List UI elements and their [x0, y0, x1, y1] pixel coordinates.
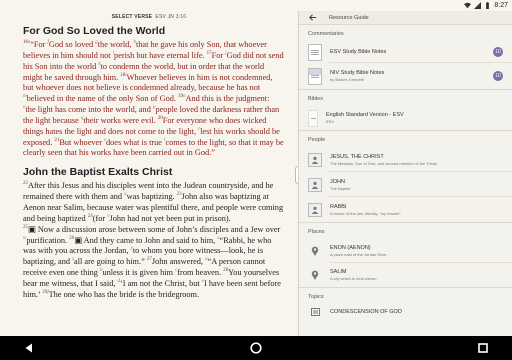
item-text: ENON (AENON) A place east of the Jordan …: [330, 244, 387, 258]
book-cover-icon: [308, 109, 318, 127]
section-label-bibles: Bibles: [308, 96, 323, 102]
resource-guide-pane: Resource Guide Commentaries ESV Study Bi…: [298, 11, 512, 336]
item-title: SALIM: [330, 269, 347, 275]
verse-text: was baptizing.: [126, 192, 177, 202]
item-title: RABBI: [330, 203, 347, 210]
back-arrow-icon[interactable]: [308, 13, 317, 22]
person-icon: [308, 202, 322, 217]
item-text: NIV Study Bible Notes by Barker, Kenneth: [330, 69, 384, 83]
current-reference[interactable]: ESV JN 3:16: [155, 14, 186, 20]
verse-text: all are going to him.”: [74, 257, 147, 267]
person-item[interactable]: JESUS, THE CHRIST The Messiah, Son of Go…: [299, 147, 512, 172]
book-cover-icon: [308, 43, 322, 61]
guide-header: Resource Guide: [299, 11, 512, 25]
wifi-icon: [464, 2, 472, 9]
verse-text: purification.: [26, 235, 70, 245]
book-cover-icon: [308, 67, 322, 85]
verse-text: And this is the judgment:: [185, 94, 270, 104]
verse-text: believed in the name of the only Son of …: [26, 94, 179, 104]
verse-text: ▣ And they came to John and said to him,: [74, 235, 218, 245]
topic-item[interactable]: CONDESCENSION OF GOD: [299, 304, 512, 320]
section-label-commentaries: Commentaries: [308, 31, 344, 37]
verse-text: John answered,: [151, 257, 206, 267]
verse-text: the world,: [97, 40, 134, 49]
navigation-bar: [0, 336, 512, 360]
battery-icon: [486, 2, 490, 9]
verse-text: ‘I am not the Christ, but: [119, 278, 202, 288]
passage-paragraph[interactable]: 22After this Jesus and his disciples wen…: [23, 181, 284, 224]
verse-text: (for: [92, 213, 108, 223]
person-item[interactable]: JOHN The Baptist: [299, 172, 512, 197]
item-text: RABBI A doctor of the law, literally, “m…: [330, 203, 401, 217]
count-badge: 10: [493, 47, 503, 57]
count-badge: 10: [493, 71, 503, 81]
item-subtitle: A city which is near Aenon: [330, 276, 377, 281]
item-title: CONDESCENSION OF GOD: [330, 309, 402, 315]
item-text: English Standard Version - ESV ESV: [326, 111, 404, 125]
verse-text: But whoever: [59, 137, 105, 147]
verse-text: unless it is given him: [102, 268, 176, 278]
passage-paragraph[interactable]: 25▣ Now a discussion arose between some …: [23, 225, 284, 301]
item-title: ESV Study Bible Notes: [330, 49, 387, 55]
item-subtitle: ESV: [326, 119, 335, 124]
item-title: NIV Study Bible Notes: [330, 70, 385, 76]
bible-item[interactable]: English Standard Version - ESV ESV: [299, 106, 512, 130]
cellular-icon: [474, 2, 482, 9]
section-label-topics: Topics: [308, 294, 324, 300]
section-label-places: Places: [308, 229, 325, 235]
item-subtitle: A doctor of the law, literally, “my mast…: [330, 210, 401, 216]
person-item[interactable]: RABBI A doctor of the law, literally, “m…: [299, 197, 512, 222]
verse-text: perish but have eternal life.: [114, 50, 207, 60]
commentary-item[interactable]: NIV Study Bible Notes by Barker, Kenneth…: [299, 63, 512, 89]
map-pin-icon: [308, 244, 322, 258]
verse-text: ▣ Now a discussion arose between some of…: [28, 224, 281, 234]
verse-text: For: [211, 50, 226, 60]
section-heading: John the Baptist Exalts Christ: [23, 166, 173, 179]
recents-icon[interactable]: [477, 342, 489, 354]
item-text: JOHN The Baptist: [330, 178, 350, 192]
item-text: SALIM A city which is near Aenon: [330, 268, 376, 282]
item-text: JESUS, THE CHRIST The Messiah, Son of Go…: [330, 153, 437, 167]
verse-text: does what is true: [106, 137, 165, 147]
item-title: JOHN: [330, 178, 345, 185]
guide-title: Resource Guide: [329, 14, 369, 21]
map-pin-icon: [308, 268, 322, 282]
verse-text: “For: [30, 40, 48, 49]
item-subtitle: A place east of the Jordan River: [330, 252, 387, 257]
commentary-item[interactable]: ESV Study Bible Notes 10: [299, 41, 512, 63]
back-icon[interactable]: [23, 342, 35, 354]
passage-paragraph[interactable]: 16e“For fGod so loved gthe world, hthat …: [23, 40, 284, 159]
verse-text: the light has come into the world, and: [25, 105, 153, 115]
reader-body: For God So Loved the World 16e“For fGod …: [0, 23, 298, 301]
reference-bar[interactable]: SELECT VERSE ESV JN 3:16: [0, 11, 298, 23]
verse-text: from heaven.: [177, 268, 224, 278]
item-text: CONDESCENSION OF GOD: [330, 308, 402, 316]
item-subtitle: The Messiah, Son of God, and second memb…: [330, 160, 437, 166]
item-subtitle: by Barker, Kenneth: [330, 77, 365, 82]
select-verse-label[interactable]: SELECT VERSE: [112, 14, 152, 20]
verse-text: The one who has the bride is the bridegr…: [48, 289, 200, 299]
topic-icon: [308, 305, 322, 319]
home-icon[interactable]: [250, 342, 262, 354]
place-item[interactable]: SALIM A city which is near Aenon: [299, 263, 512, 287]
item-text: ESV Study Bible Notes: [330, 48, 386, 56]
person-icon: [308, 152, 322, 167]
person-icon: [308, 177, 322, 192]
item-title: English Standard Version - ESV: [326, 112, 404, 118]
clock-time: 8:27: [494, 2, 508, 9]
item-title: ENON (AENON): [330, 245, 371, 251]
bible-reader-pane[interactable]: SELECT VERSE ESV JN 3:16 For God So Love…: [0, 11, 298, 336]
section-heading: For God So Loved the World: [23, 25, 166, 37]
section-label-people: People: [308, 137, 326, 143]
item-subtitle: The Baptist: [330, 185, 351, 191]
verse-text: their works were evil.: [83, 115, 158, 125]
status-icons: 8:27: [464, 0, 508, 11]
item-title: JESUS, THE CHRIST: [330, 153, 384, 160]
place-item[interactable]: ENON (AENON) A place east of the Jordan …: [299, 239, 512, 263]
verse-text: John had not yet been put in prison).: [109, 213, 231, 223]
status-bar: 8:27: [0, 0, 512, 11]
verse-text: God so loved: [48, 40, 96, 49]
